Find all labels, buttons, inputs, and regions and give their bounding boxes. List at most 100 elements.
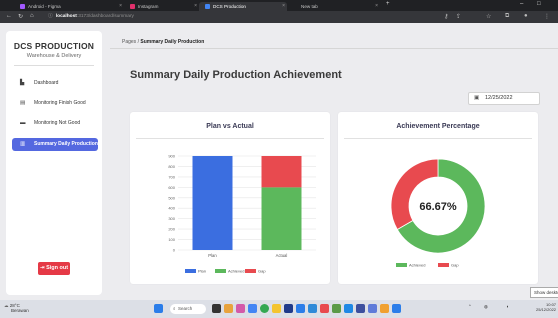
document-icon: ▤ bbox=[20, 100, 26, 106]
network-icon[interactable]: ◍ bbox=[484, 304, 488, 310]
app-icon[interactable] bbox=[296, 304, 305, 313]
site-info-icon[interactable]: ⓘ bbox=[48, 14, 53, 19]
y-tick-label: 600 bbox=[168, 185, 175, 190]
key-icon[interactable]: ⚷ bbox=[444, 13, 448, 20]
app-icon[interactable] bbox=[392, 304, 401, 313]
legend-label: Gap bbox=[258, 269, 266, 274]
windows-start-icon[interactable] bbox=[154, 304, 163, 313]
tab-label: Android - Figma bbox=[28, 4, 61, 9]
brand-title: DCS PRODUCTION bbox=[13, 41, 95, 51]
tab-label: DCS Production bbox=[213, 4, 246, 9]
app-icon[interactable] bbox=[320, 304, 329, 313]
back-arrow-icon[interactable]: ← bbox=[6, 13, 12, 19]
home-icon[interactable]: ⌂ bbox=[30, 13, 34, 19]
breadcrumb-current: Summary Daily Production bbox=[140, 39, 205, 45]
legend-swatch bbox=[215, 269, 226, 273]
breadcrumb-separator: / bbox=[137, 39, 139, 45]
date-picker-input[interactable]: ▣ 12/25/2022 bbox=[468, 92, 540, 105]
browser-tab[interactable]: Android - Figma × bbox=[14, 2, 124, 11]
app-icon[interactable] bbox=[248, 304, 257, 313]
bar-achieved bbox=[261, 187, 302, 250]
divider bbox=[14, 65, 94, 66]
clock-date: 25/12/2022 bbox=[536, 307, 557, 312]
volume-icon[interactable]: ◖ bbox=[506, 304, 509, 309]
y-tick-label: 500 bbox=[168, 195, 175, 200]
header-divider bbox=[110, 48, 558, 49]
tab-label: New tab bbox=[301, 4, 318, 9]
show-desktop-tooltip: Show desktop bbox=[530, 287, 558, 298]
sidebar-item-label: Monitoring Finish Good bbox=[34, 100, 86, 106]
sidebar-item-monitoring-finish-good[interactable]: ▤ Monitoring Finish Good bbox=[12, 97, 98, 110]
app-icon[interactable] bbox=[284, 304, 293, 313]
tray-chevron-icon[interactable]: ⌃ bbox=[468, 304, 472, 310]
sidebar-item-label: Monitoring Not Good bbox=[34, 120, 81, 126]
profile-icon[interactable]: ● bbox=[524, 13, 528, 19]
url-field[interactable]: ⓘ localhost:3173/dashboard/summary bbox=[48, 13, 438, 21]
search-icon: ⌕ bbox=[173, 306, 176, 311]
brand-subtitle: Warehouse & Delivery bbox=[26, 53, 82, 59]
browser-tab-bar: Android - Figma × Instagram × DCS Produc… bbox=[0, 0, 558, 11]
browser-tab-active[interactable]: DCS Production × bbox=[199, 2, 287, 11]
app-icon[interactable] bbox=[344, 304, 353, 313]
bar-plan bbox=[192, 156, 233, 250]
app-icon[interactable] bbox=[356, 304, 365, 313]
new-tab-plus-icon[interactable]: + bbox=[386, 1, 390, 7]
x-tick-label: Plan bbox=[208, 253, 217, 258]
bookmark-icon[interactable]: ☆ bbox=[486, 13, 491, 20]
taskbar-search[interactable]: ⌕ Search bbox=[170, 304, 206, 314]
sidebar-item-label: Summary Daily Production bbox=[34, 141, 98, 147]
legend-swatch bbox=[396, 263, 407, 267]
close-tab-icon[interactable]: × bbox=[119, 2, 122, 11]
app-icon[interactable] bbox=[332, 304, 341, 313]
url-host: localhost bbox=[55, 14, 77, 19]
calendar-icon[interactable]: ▣ bbox=[474, 93, 479, 104]
browser-tab[interactable]: New tab × bbox=[287, 2, 380, 11]
close-tab-icon[interactable]: × bbox=[375, 2, 378, 11]
figma-icon bbox=[20, 4, 25, 9]
breadcrumb: Pages / Summary Daily Production bbox=[122, 39, 204, 45]
sign-out-label: Sign out bbox=[46, 265, 69, 271]
achievement-percentage-card: Achievement Percentage 66.67% Achieved Gap bbox=[338, 112, 538, 284]
plan-vs-actual-chart: 0 100 200 300 400 500 600 700 800 900 Plan Actual Pl… bbox=[168, 154, 316, 274]
breadcrumb-root[interactable]: Pages bbox=[122, 39, 136, 45]
reload-icon[interactable]: ↻ bbox=[18, 13, 23, 20]
tab-label: Instagram bbox=[138, 4, 159, 9]
y-tick-label: 300 bbox=[168, 216, 175, 221]
app-icon[interactable] bbox=[380, 304, 389, 313]
app-icon[interactable] bbox=[368, 304, 377, 313]
close-tab-icon[interactable]: × bbox=[194, 2, 197, 11]
plan-vs-actual-card: Plan vs Actual 0 100 200 300 400 500 600 700 800… bbox=[130, 112, 330, 284]
sidebar-item-monitoring-not-good[interactable]: ▬ Monitoring Not Good bbox=[12, 117, 98, 130]
app-icon[interactable] bbox=[236, 304, 245, 313]
close-tab-icon[interactable]: × bbox=[282, 2, 285, 11]
legend-swatch bbox=[438, 263, 449, 267]
bar-gap bbox=[261, 156, 302, 188]
extensions-icon[interactable]: ⧉ bbox=[505, 13, 509, 20]
y-tick-label: 400 bbox=[168, 206, 175, 211]
vscode-icon[interactable] bbox=[308, 304, 317, 313]
menu-icon[interactable]: ⋮ bbox=[544, 13, 550, 20]
chrome-icon[interactable] bbox=[260, 304, 269, 313]
weather-widget[interactable]: ☁ 28°C Berawan bbox=[4, 303, 29, 313]
y-tick-label: 200 bbox=[168, 227, 175, 232]
y-tick-label: 700 bbox=[168, 174, 175, 179]
sidebar-item-label: Dashboard bbox=[34, 80, 59, 86]
browser-tab[interactable]: Instagram × bbox=[124, 2, 199, 11]
browser-address-bar: ← ↻ ⌂ ⓘ localhost:3173/dashboard/summary … bbox=[0, 11, 558, 23]
maximize-icon[interactable]: □ bbox=[537, 1, 541, 7]
file-explorer-icon[interactable] bbox=[272, 304, 281, 313]
sidebar-item-dashboard[interactable]: ▙ Dashboard bbox=[12, 77, 98, 90]
y-tick-label: 900 bbox=[168, 154, 175, 159]
x-tick-label: Actual bbox=[276, 253, 288, 258]
sign-out-button[interactable]: ⇥ Sign out bbox=[38, 262, 70, 275]
app-icon[interactable] bbox=[224, 304, 233, 313]
taskview-icon[interactable] bbox=[212, 304, 221, 313]
minimize-icon[interactable]: – bbox=[520, 1, 523, 7]
legend-swatch bbox=[185, 269, 196, 273]
sidebar-item-summary-daily-production[interactable]: ▥ Summary Daily Production bbox=[12, 138, 98, 151]
share-icon[interactable]: ⇪ bbox=[456, 13, 461, 20]
date-value: 12/25/2022 bbox=[485, 95, 513, 101]
page-title: Summary Daily Production Achievement bbox=[130, 69, 342, 81]
taskbar-clock[interactable]: 10:07 25/12/2022 bbox=[536, 302, 556, 312]
new-tab-icon bbox=[293, 4, 298, 9]
